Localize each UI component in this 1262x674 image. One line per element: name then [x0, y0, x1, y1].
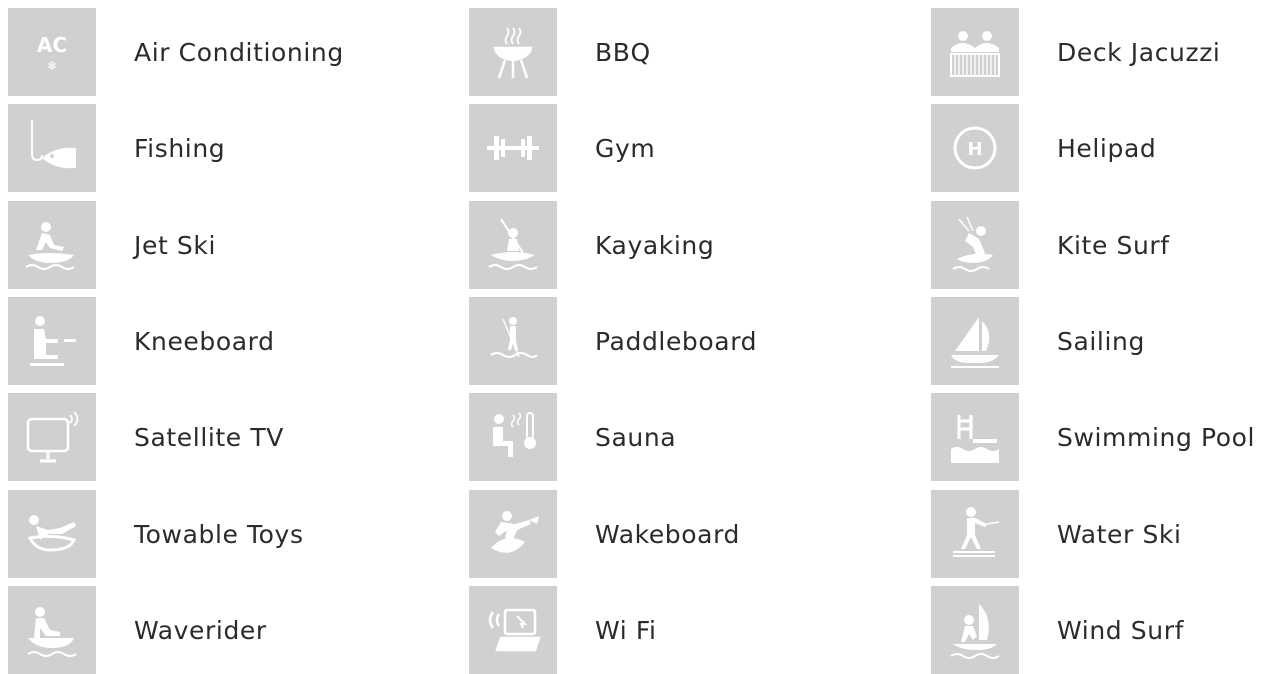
- bbq-icon: [469, 8, 557, 96]
- amenity-label: Paddleboard: [595, 326, 758, 356]
- amenity-air-conditioning: AC ❄ Air Conditioning: [8, 8, 344, 96]
- amenity-kayaking: Kayaking: [469, 201, 714, 289]
- paddleboard-icon: [469, 297, 557, 385]
- amenity-label: Helipad: [1057, 133, 1157, 163]
- amenity-label: Wi Fi: [595, 615, 657, 645]
- amenity-label: Wakeboard: [595, 519, 740, 549]
- amenity-kneeboard: Kneeboard: [8, 297, 275, 385]
- amenity-label: Sailing: [1057, 326, 1145, 356]
- amenity-deck-jacuzzi: Deck Jacuzzi: [931, 8, 1220, 96]
- amenity-label: Satellite TV: [134, 422, 284, 452]
- svg-text:❄: ❄: [47, 59, 57, 73]
- amenity-label: Kayaking: [595, 230, 715, 260]
- kite-surf-icon: [931, 201, 1019, 289]
- wifi-icon: [469, 586, 557, 674]
- wind-surf-icon: [931, 586, 1019, 674]
- amenity-water-ski: Water Ski: [931, 490, 1182, 578]
- amenities-grid: AC ❄ Air Conditioning BBQ Deck Jacuzzi Fi…: [0, 0, 1262, 674]
- amenity-label: Sauna: [595, 422, 677, 452]
- waverider-icon: [8, 586, 96, 674]
- amenity-helipad: H Helipad: [931, 104, 1156, 192]
- deck-jacuzzi-icon: [931, 8, 1019, 96]
- amenity-fishing: Fishing: [8, 104, 225, 192]
- towable-toys-icon: [8, 490, 96, 578]
- sailing-icon: [931, 297, 1019, 385]
- amenity-label: Kneeboard: [134, 326, 275, 356]
- satellite-tv-icon: [8, 393, 96, 481]
- air-conditioning-icon: AC ❄: [8, 8, 96, 96]
- amenity-swimming-pool: Swimming Pool: [931, 393, 1255, 481]
- amenity-label: Deck Jacuzzi: [1057, 37, 1221, 67]
- amenity-label: BBQ: [595, 37, 651, 67]
- amenity-label: Jet Ski: [134, 230, 216, 260]
- amenity-paddleboard: Paddleboard: [469, 297, 757, 385]
- amenity-label: Fishing: [134, 133, 226, 163]
- amenity-towable-toys: Towable Toys: [8, 490, 304, 578]
- kayaking-icon: [469, 201, 557, 289]
- jet-ski-icon: [8, 201, 96, 289]
- amenity-sailing: Sailing: [931, 297, 1145, 385]
- amenity-sauna: Sauna: [469, 393, 676, 481]
- amenity-wakeboard: Wakeboard: [469, 490, 740, 578]
- amenity-label: Towable Toys: [134, 519, 304, 549]
- amenity-satellite-tv: Satellite TV: [8, 393, 284, 481]
- svg-text:H: H: [967, 139, 982, 160]
- swimming-pool-icon: [931, 393, 1019, 481]
- amenity-bbq: BBQ: [469, 8, 651, 96]
- gym-icon: [469, 104, 557, 192]
- amenity-jet-ski: Jet Ski: [8, 201, 216, 289]
- amenity-label: Swimming Pool: [1057, 422, 1256, 452]
- amenity-waverider: Waverider: [8, 586, 267, 674]
- water-ski-icon: [931, 490, 1019, 578]
- amenity-gym: Gym: [469, 104, 655, 192]
- amenity-label: Waverider: [134, 615, 267, 645]
- amenity-wifi: Wi Fi: [469, 586, 657, 674]
- svg-text:AC: AC: [37, 33, 67, 57]
- amenity-label: Air Conditioning: [134, 37, 344, 67]
- amenity-label: Wind Surf: [1057, 615, 1184, 645]
- amenity-label: Gym: [595, 133, 656, 163]
- amenity-wind-surf: Wind Surf: [931, 586, 1184, 674]
- wakeboard-icon: [469, 490, 557, 578]
- fishing-icon: [8, 104, 96, 192]
- amenity-label: Kite Surf: [1057, 230, 1170, 260]
- helipad-icon: H: [931, 104, 1019, 192]
- amenity-kite-surf: Kite Surf: [931, 201, 1170, 289]
- sauna-icon: [469, 393, 557, 481]
- amenity-label: Water Ski: [1057, 519, 1182, 549]
- kneeboard-icon: [8, 297, 96, 385]
